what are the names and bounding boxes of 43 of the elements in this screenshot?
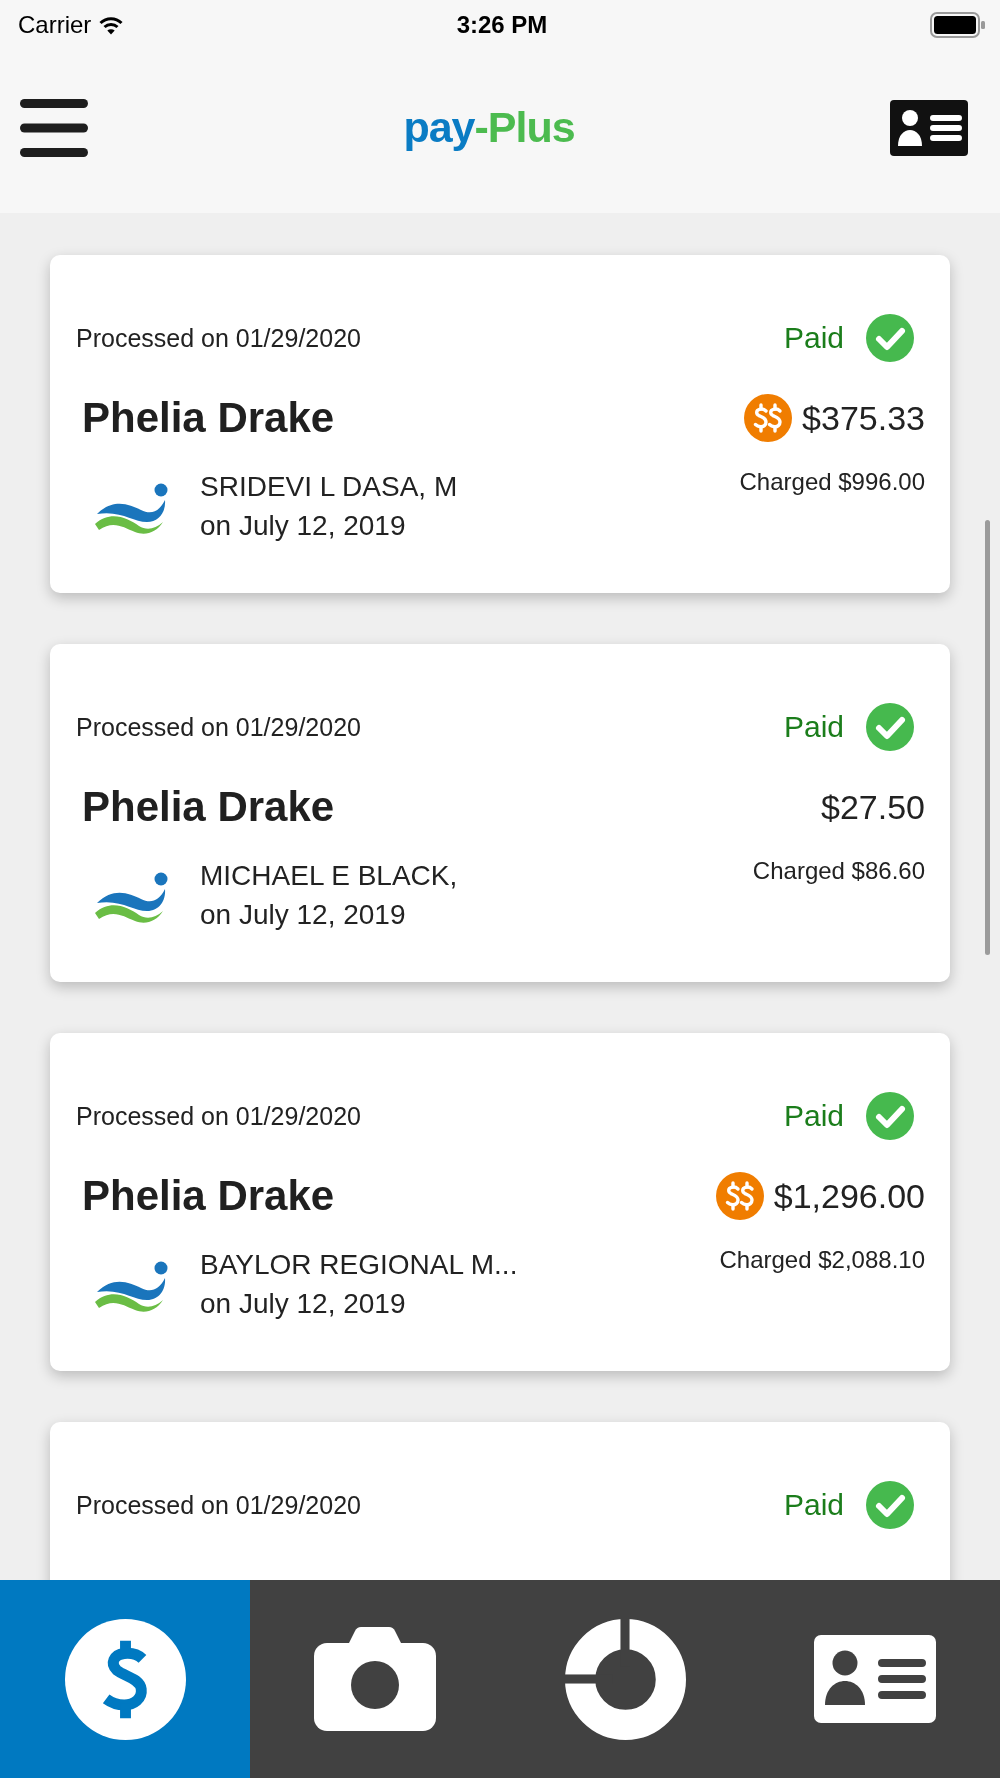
id-card-icon [814, 1635, 936, 1723]
paid-amount: $27.50 [821, 786, 925, 828]
camera-icon [314, 1627, 436, 1731]
charged-amount: Charged $996.00 [739, 467, 925, 497]
clock-time: 3:26 PM [456, 10, 548, 40]
patient-name: Phelia Drake [82, 781, 335, 832]
provider-name: SRIDEVI L DASA, M [200, 470, 458, 504]
processed-date: Processed on 01/29/2020 [76, 712, 361, 742]
menu-icon[interactable] [20, 98, 88, 157]
check-icon [866, 1481, 914, 1529]
donut-chart-icon [564, 1618, 686, 1740]
check-icon [866, 314, 914, 362]
wifi-icon [99, 15, 124, 35]
status-label: Paid [783, 1487, 844, 1523]
status-label: Paid [783, 1098, 844, 1134]
visit-date: on July 12, 2019 [200, 898, 407, 932]
patient-name: Phelia Drake [82, 392, 335, 443]
processed-date: Processed on 01/29/2020 [76, 323, 361, 353]
app-logo: pay-Plus [403, 106, 575, 149]
id-card-icon[interactable] [890, 99, 968, 156]
patient-name: Phelia Drake [82, 1170, 335, 1221]
status-label: Paid [783, 709, 844, 745]
paid-amount: $375.33 [802, 397, 925, 439]
claim-card[interactable]: Processed on 01/29/2020 Paid Phelia Drake $1,296.00 BAYLOR REGIONAL M... on July 12, 2019 Charged $2,088.10 [50, 1033, 950, 1371]
status-label: Paid [783, 320, 844, 356]
dollar-tab[interactable] [0, 1580, 250, 1778]
battery-icon [930, 12, 986, 38]
provider-name: BAYLOR REGIONAL M... [200, 1248, 518, 1282]
charged-amount: Charged $86.60 [752, 856, 925, 886]
paid-amount: $1,296.00 [773, 1175, 925, 1217]
processed-date: Processed on 01/29/2020 [76, 1490, 361, 1520]
dollar-icon [64, 1618, 186, 1740]
claim-card[interactable]: Processed on 01/29/2020 Paid [50, 1422, 950, 1580]
check-icon [866, 1092, 914, 1140]
claim-card[interactable]: Processed on 01/29/2020 Paid Phelia Drake $375.33 SRIDEVI L DASA, M on July 12, 2019 Charged $996.00 [50, 255, 950, 593]
processed-date: Processed on 01/29/2020 [76, 1101, 361, 1131]
visit-date: on July 12, 2019 [200, 1287, 407, 1321]
visit-date: on July 12, 2019 [200, 509, 407, 543]
provider-name: MICHAEL E BLACK, [200, 859, 458, 893]
claim-card[interactable]: Processed on 01/29/2020 Paid Phelia Drake $27.50 MICHAEL E BLACK, on July 12, 2019 Charged $86.60 [50, 644, 950, 982]
charged-amount: Charged $2,088.10 [719, 1245, 925, 1275]
carrier-label: Carrier [18, 10, 92, 40]
check-icon [866, 703, 914, 751]
